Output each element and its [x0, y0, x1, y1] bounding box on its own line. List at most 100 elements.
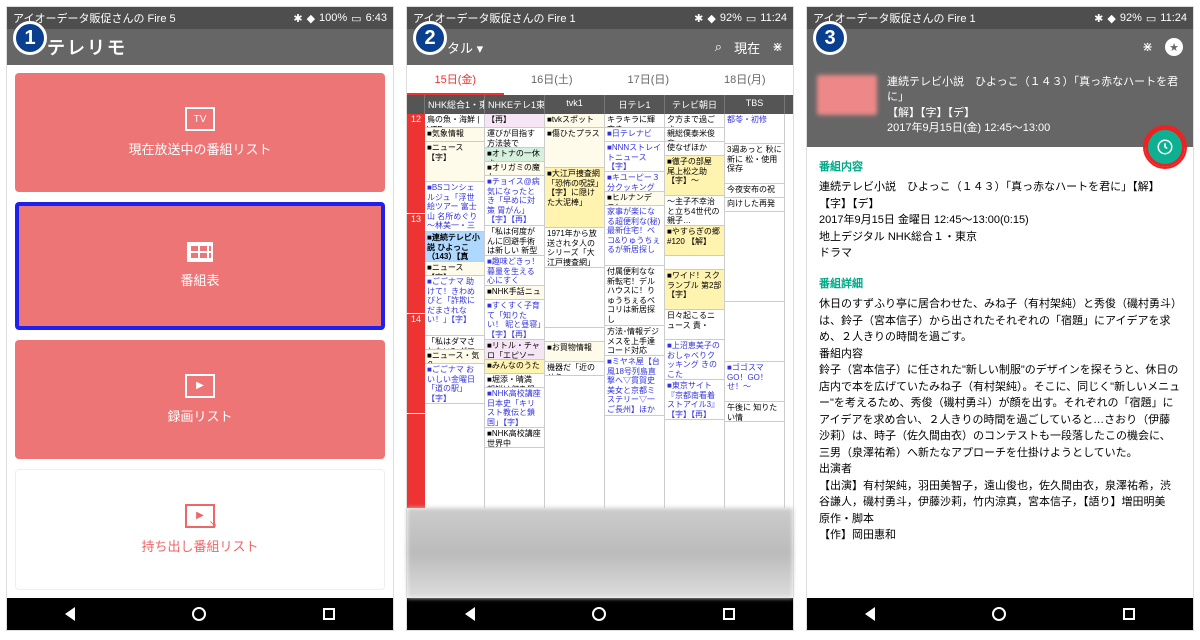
channel-column: キラキラに輝夜き■日テレナビ■NNNストレイトニュース【字】■キユーピー３分クッ…: [605, 114, 665, 508]
program-cell[interactable]: ■東京サイト 『京都南看着ストアイル3』【字】【再】: [665, 380, 724, 420]
program-cell[interactable]: 午後に 知りたい情: [725, 402, 784, 422]
program-cell[interactable]: ■ワイド！スクランブル 第2部【字】: [665, 270, 724, 310]
program-cell[interactable]: ■大江戸捜査網「恐怖の呪誤」【字】に隠けた大泥棒」: [545, 168, 604, 228]
program-cell[interactable]: ■ニュース【字】: [425, 142, 484, 182]
program-cell[interactable]: 都苓・初修: [725, 114, 784, 144]
program-cell[interactable]: [725, 302, 784, 362]
date-tab[interactable]: 17日(日): [600, 65, 697, 95]
section-title-detail: 番組詳細: [819, 276, 1181, 293]
program-cell[interactable]: ■オリガミの魔女: [485, 162, 544, 176]
program-cell[interactable]: 1971年から放送されタ人のシリーズ「大江戸捜査網」を: [545, 228, 604, 268]
home-button[interactable]: [192, 607, 206, 621]
settings-icon[interactable]: ⋇: [1142, 39, 1153, 55]
program-cell[interactable]: ～主子不幸治と立ち4世代の親子…: [665, 196, 724, 226]
program-cell[interactable]: ■ニュース・気象: [425, 350, 484, 364]
program-cell[interactable]: ■堀添・晴満 朝鮮は何を狙っ: [485, 374, 544, 388]
program-cell[interactable]: 家事が楽になる超便利な(秘)最新住宅！ベコ&りゅうちぇるが新居探し: [605, 206, 664, 266]
program-cell[interactable]: ■ヒルナンデス！: [605, 192, 664, 206]
hour-label: 12: [407, 114, 425, 214]
program-cell[interactable]: ■ミヤネ屋【台風18号列島直撃へ▽貫賀史美女と京都ミステリー▽一ご長州】ほか【字…: [605, 356, 664, 416]
program-cell[interactable]: ■上沼恵美子のおしゃべりクッキング きのこた: [665, 340, 724, 380]
program-cell[interactable]: 「私はダマされない？ダマされやすい: [425, 336, 484, 350]
program-grid[interactable]: 121314 鳥の魚・海鮮 | VTR■気象情報■ニュース【字】■BSコンシェル…: [407, 114, 793, 508]
program-cell[interactable]: 鳥の魚・海鮮 | VTR: [425, 114, 484, 128]
program-cell[interactable]: [665, 256, 724, 270]
home-button[interactable]: [992, 607, 1006, 621]
recents-button[interactable]: [323, 608, 335, 620]
program-cell[interactable]: ■みんなのうた: [485, 360, 544, 374]
filter-dropdown[interactable]: タル ▾: [447, 38, 483, 57]
program-cell[interactable]: ■ゴゴスマ GO！GO！せ！～: [725, 362, 784, 402]
status-bar: アイオーデータ販促さんの Fire 1 ✱◆92%▭11:24: [807, 7, 1193, 29]
program-cell[interactable]: 付属便利なな新転宅！デルハウスに！りゅうちぇるペコリは新居探し: [605, 266, 664, 326]
program-cell[interactable]: 機器だ「近のせり」: [545, 362, 604, 376]
program-cell[interactable]: ■お買物情報: [545, 342, 604, 362]
search-icon[interactable]: ⌕: [715, 39, 722, 55]
program-cell[interactable]: 運びが目指す方法装で: [485, 128, 544, 148]
program-cell[interactable]: 使なぜほか: [665, 142, 724, 156]
program-cell[interactable]: 今夜安布の祝: [725, 184, 784, 198]
program-cell[interactable]: ■オトナの一休さ: [485, 148, 544, 162]
back-button[interactable]: [865, 607, 875, 621]
recording-list-card[interactable]: ▶ 録画リスト: [15, 340, 385, 459]
program-cell[interactable]: ■傷ひたプラス: [545, 128, 604, 168]
back-button[interactable]: [65, 607, 75, 621]
program-cell[interactable]: [725, 212, 784, 302]
now-playing-card[interactable]: TV 現在放送中の番組リスト: [15, 73, 385, 192]
program-cell[interactable]: ■tvkスポット: [545, 114, 604, 128]
program-cell[interactable]: ■日テレナビ: [605, 128, 664, 142]
program-cell[interactable]: ■すくすく子育て「知りたい！ 昵と昼寝」【字】【再】: [485, 300, 544, 340]
cast-title: 出演者: [819, 461, 1181, 478]
program-cell[interactable]: 方法･情報デジメスを上手達コード対応: [605, 326, 664, 356]
card-label: 録画リスト: [167, 406, 232, 425]
program-cell[interactable]: ■気象情報: [425, 128, 484, 142]
program-cell[interactable]: ■リトル・チャロ「エピソード2: [485, 340, 544, 360]
program-cell[interactable]: 「私は何度がんに回避手術は新しい 新型抗ビロリが: [485, 226, 544, 256]
program-cell[interactable]: 3週あっと 秋に新に 松・使用保存: [725, 144, 784, 184]
program-cell[interactable]: ■やすらぎの郷 #120 【解】: [665, 226, 724, 256]
hour-label: 14: [407, 314, 425, 414]
preview-panel: [407, 508, 793, 598]
program-cell[interactable]: [545, 328, 604, 342]
program-cell[interactable]: ■ごごナマ 助けて！きわめびと「詐欺にだまされない！」【字】: [425, 276, 484, 336]
program-guide-card[interactable]: 番組表: [15, 202, 385, 329]
channel-column: 【再】運びが目指す方法装で■オトナの一休さ■オリガミの魔女■チョイス@病気になっ…: [485, 114, 545, 508]
program-cell[interactable]: ■キユーピー３分クッキング: [605, 172, 664, 192]
program-cell[interactable]: ■連続テレビ小説 ひよっこ（143）【真: [425, 232, 484, 262]
home-button[interactable]: [592, 607, 606, 621]
record-fab[interactable]: [1145, 127, 1185, 167]
favorite-button[interactable]: ★: [1165, 38, 1183, 56]
recents-button[interactable]: [1123, 608, 1135, 620]
program-title: 連続テレビ小説 ひよっこ（１４３）「真っ赤なハートを君に」: [887, 75, 1183, 106]
program-cell[interactable]: ■チョイス@病気になったとき「早めに対策 胃がん」【字】【再】: [485, 176, 544, 226]
program-cell[interactable]: キラキラに輝夜き: [605, 114, 664, 128]
program-cell[interactable]: ■BSコンシェルジュ「浮世絵ツアー 富士山 名所めぐり～林美一・三井・村井美: [425, 182, 484, 232]
back-button[interactable]: [465, 607, 475, 621]
recents-button[interactable]: [723, 608, 735, 620]
program-cell[interactable]: ■NHK高校講座 日本史「キリスト教伝と鎖国」【字】: [485, 388, 544, 428]
program-cell[interactable]: ■ニュース【字】: [425, 262, 484, 276]
now-button[interactable]: 現在: [734, 38, 760, 57]
settings-icon[interactable]: ⋇: [772, 39, 783, 55]
program-cell[interactable]: ■NHK高校講座 世界中: [485, 428, 544, 448]
date-tab[interactable]: 15日(金): [407, 65, 504, 95]
date-tab[interactable]: 16日(土): [504, 65, 601, 95]
program-cell[interactable]: 日々起こるニュース 責・: [665, 310, 724, 340]
program-cell[interactable]: ■徹子の部屋 尾上松之助【字】～: [665, 156, 724, 196]
program-cell[interactable]: 親総僕泰米俊帝: [665, 128, 724, 142]
channel-column: 鳥の魚・海鮮 | VTR■気象情報■ニュース【字】■BSコンシェルジュ「浮世絵ツ…: [425, 114, 485, 508]
program-cell[interactable]: [545, 268, 604, 328]
date-tab[interactable]: 18日(月): [697, 65, 794, 95]
program-cell[interactable]: ■NNNストレイトニュース【字】: [605, 142, 664, 172]
program-cell[interactable]: ■NHK手話ニュ: [485, 286, 544, 300]
program-cell[interactable]: ■ごごナマ おいしい金曜日「道の駅」【字】: [425, 364, 484, 404]
bluetooth-icon: ✱: [1094, 12, 1103, 25]
program-cell[interactable]: 向けした再発: [725, 198, 784, 212]
export-icon: ▶↘: [185, 504, 215, 528]
program-cell[interactable]: ■趣味どきっ！ 暮量を生える 心にすく: [485, 256, 544, 286]
content-line: ドラマ: [819, 245, 1181, 262]
takeout-list-card[interactable]: ▶↘ 持ち出し番組リスト: [15, 469, 385, 590]
program-cell[interactable]: 夕方まで過ごさ: [665, 114, 724, 128]
program-cell[interactable]: 【再】: [485, 114, 544, 128]
detail-text: 休日のすずふり亭に居合わせた、みね子（有村架純）と秀俊（磯村勇斗）は、鈴子（宮本…: [819, 296, 1181, 346]
